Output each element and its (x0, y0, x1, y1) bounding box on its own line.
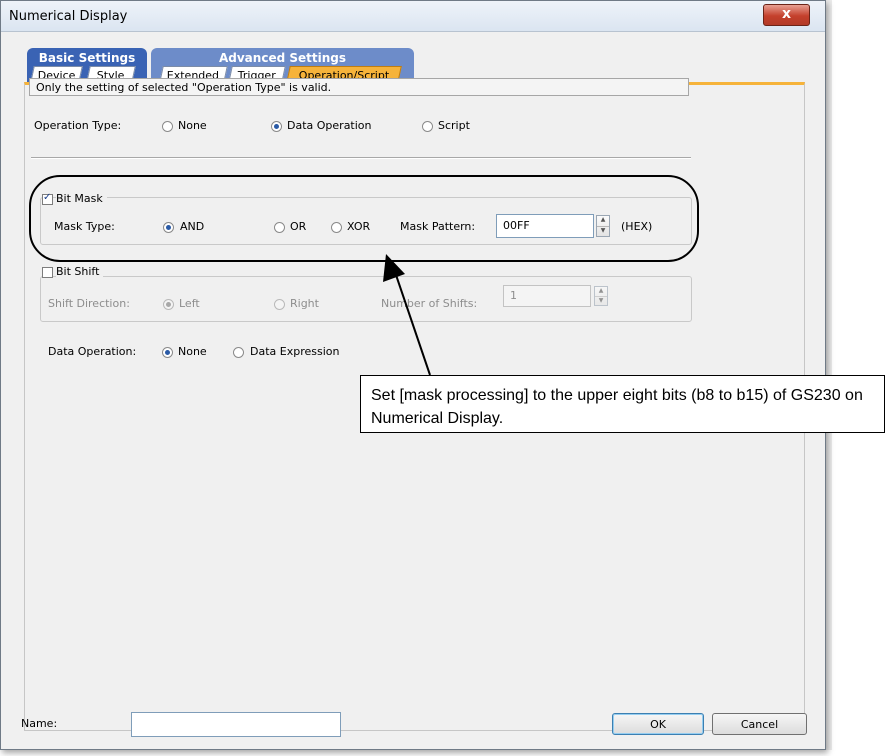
data-operation-expression-radio[interactable] (233, 347, 244, 358)
shift-direction-left-label: Left (179, 297, 200, 310)
mask-type-or-radio[interactable] (274, 222, 285, 233)
data-operation-none-label: None (178, 345, 207, 358)
name-label: Name: (21, 717, 58, 730)
number-of-shifts-spinner[interactable]: ▲ ▼ (594, 286, 608, 306)
spin-down-icon[interactable]: ▼ (595, 297, 607, 306)
mask-type-xor-radio[interactable] (331, 222, 342, 233)
operation-type-script-radio[interactable] (422, 121, 433, 132)
operation-type-data-operation-radio[interactable] (271, 121, 282, 132)
data-operation-none-radio[interactable] (162, 347, 173, 358)
mask-pattern-label: Mask Pattern: (400, 220, 476, 233)
bit-shift-label: Bit Shift (56, 265, 104, 278)
ok-button[interactable]: OK (612, 713, 704, 735)
name-input[interactable] (131, 712, 341, 737)
mask-type-and-radio[interactable] (163, 222, 174, 233)
operation-type-none-label: None (178, 119, 207, 132)
spin-down-icon[interactable]: ▼ (597, 227, 609, 237)
mask-type-or-label: OR (290, 220, 307, 233)
annotation-callout: Set [mask processing] to the upper eight… (360, 375, 885, 433)
data-operation-label: Data Operation: (48, 345, 137, 358)
cancel-button[interactable]: Cancel (712, 713, 807, 735)
shift-direction-label: Shift Direction: (48, 297, 130, 310)
shift-direction-left-radio[interactable] (163, 299, 174, 310)
callout-text: Set [mask processing] to the upper eight… (371, 387, 863, 427)
operation-type-none-radio[interactable] (162, 121, 173, 132)
number-of-shifts-input[interactable]: 1 (503, 285, 591, 307)
operation-type-script-label: Script (438, 119, 470, 132)
spin-up-icon[interactable]: ▲ (597, 216, 609, 227)
hex-label: (HEX) (621, 220, 653, 233)
mask-pattern-spinner[interactable]: ▲ ▼ (596, 215, 610, 237)
separator-line (31, 157, 691, 159)
number-of-shifts-label: Number of Shifts: (381, 297, 478, 310)
tabgroup-basic-label: Basic Settings (38, 51, 136, 65)
mask-type-xor-label: XOR (347, 220, 371, 233)
operation-type-data-operation-label: Data Operation (287, 119, 372, 132)
shift-direction-right-radio[interactable] (274, 299, 285, 310)
operation-type-label: Operation Type: (34, 119, 122, 132)
mask-pattern-input[interactable]: 00FF (496, 214, 594, 238)
mask-type-and-label: AND (180, 220, 205, 233)
bit-mask-checkbox[interactable] (42, 192, 53, 205)
close-button[interactable]: x (763, 4, 810, 26)
info-message: Only the setting of selected "Operation … (29, 78, 689, 96)
title-bar: Numerical Display x (1, 1, 825, 32)
spin-up-icon[interactable]: ▲ (595, 287, 607, 297)
window-title: Numerical Display (9, 9, 128, 24)
tabgroup-advanced-label: Advanced Settings (218, 51, 346, 65)
close-icon: x (781, 6, 792, 22)
bit-shift-checkbox[interactable] (42, 267, 53, 278)
bit-mask-label: Bit Mask (56, 192, 107, 205)
shift-direction-right-label: Right (290, 297, 319, 310)
data-operation-expression-label: Data Expression (250, 345, 340, 358)
mask-type-label: Mask Type: (54, 220, 115, 233)
